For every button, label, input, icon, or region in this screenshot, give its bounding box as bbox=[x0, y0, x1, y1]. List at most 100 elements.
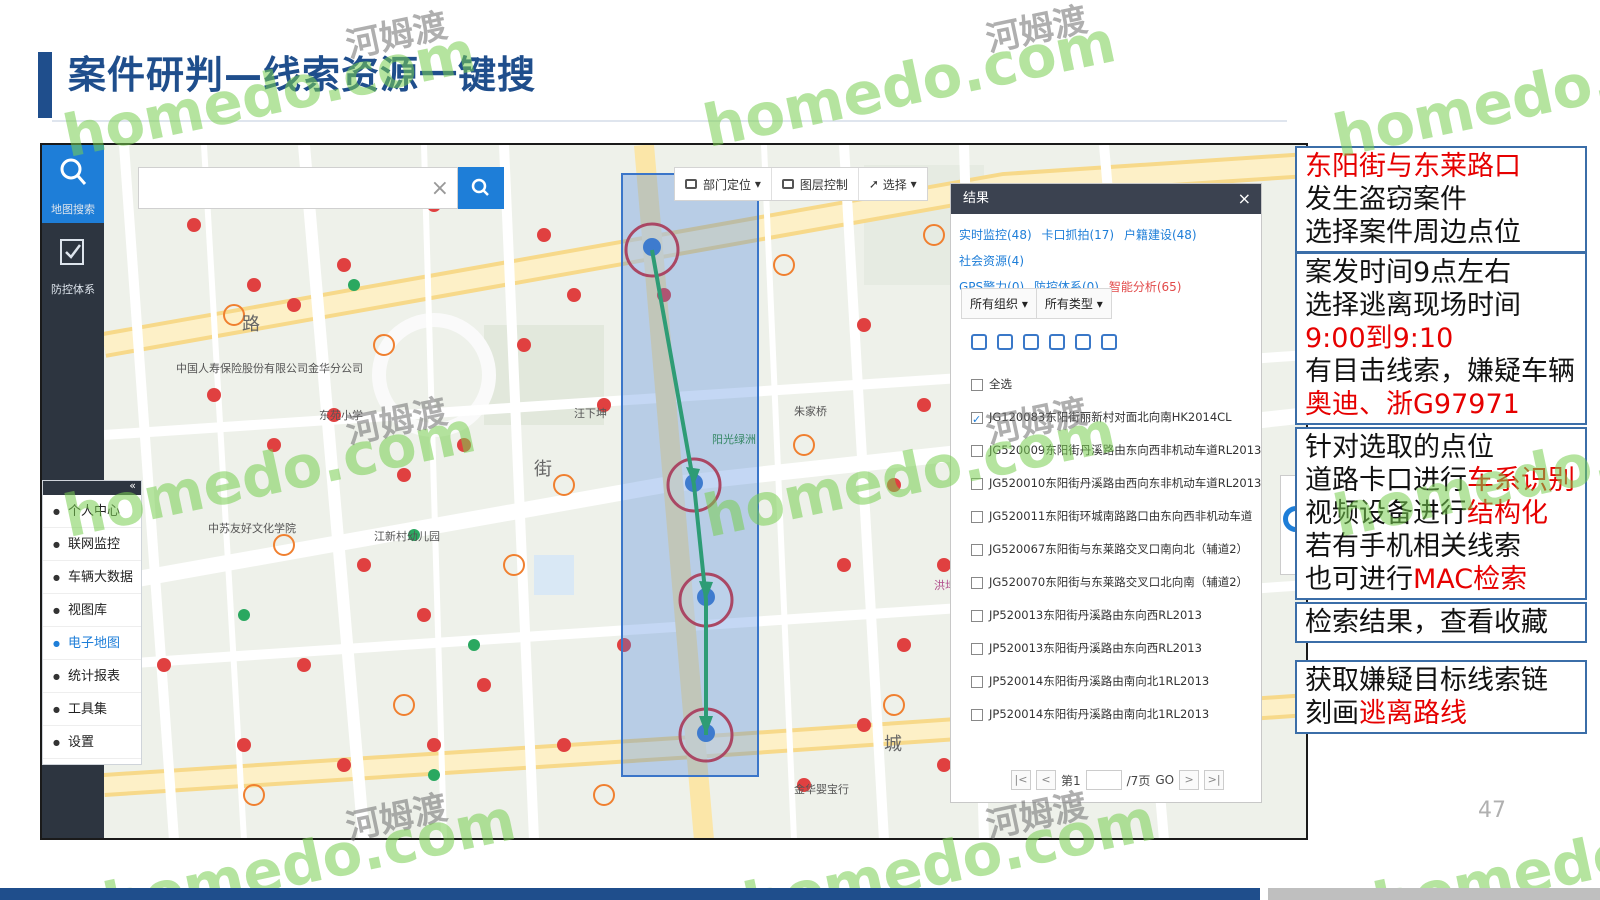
row-checkbox[interactable] bbox=[971, 510, 983, 523]
menu-item-view-library[interactable]: 视图库 bbox=[43, 594, 141, 627]
sidebar-item-prevention[interactable]: 防控体系 bbox=[42, 225, 104, 303]
annotation-box-recognition: 针对选取的点位 道路卡口进行车系识别 视频设备进行结构化 若有手机相关线索 也可进行MA… bbox=[1295, 427, 1587, 600]
map-label-insurance: 中国人寿保险股份有限公司金华分公司 bbox=[176, 362, 363, 375]
layer-control-button[interactable]: 图层控制 bbox=[772, 168, 859, 200]
result-panel-header: 结果 × bbox=[951, 184, 1261, 214]
map-label-city: 城 bbox=[884, 734, 902, 755]
tab-smart-analysis[interactable]: 智能分析(65) bbox=[1109, 280, 1182, 294]
film-icon[interactable] bbox=[997, 334, 1013, 350]
slide-title: 案件研判—线索资源一键搜 bbox=[68, 53, 537, 97]
first-page-button[interactable]: |< bbox=[1011, 770, 1031, 790]
type-filter-select[interactable]: 所有类型 ▾ bbox=[1035, 288, 1112, 319]
camera-icon[interactable] bbox=[971, 334, 987, 350]
menu-item-toolset[interactable]: 工具集 bbox=[43, 693, 141, 726]
page-input[interactable] bbox=[1085, 770, 1122, 790]
dept-locate-button[interactable]: 部门定位 ▾ bbox=[675, 168, 772, 200]
annotation-text: 检索结果，查看收藏 bbox=[1305, 607, 1548, 638]
list-item[interactable]: JG520009东阳街丹溪路由东向西非机动车道RL2013 bbox=[971, 434, 1261, 467]
annotation-box-time: 案发时间9点左右 选择逃离现场时间 9:00到9:10 有目击线索，嫌疑车辆 奥迪、浙G… bbox=[1295, 252, 1587, 425]
select-all-row[interactable]: 全选 bbox=[971, 368, 1261, 401]
annotation-text: 车系识别 bbox=[1467, 465, 1575, 496]
monitor-icon[interactable] bbox=[1101, 334, 1117, 350]
menu-item-vehicle-bigdata[interactable]: 车辆大数据 bbox=[43, 561, 141, 594]
menu-item-e-map[interactable]: 电子地图 bbox=[43, 627, 141, 660]
list-item[interactable]: JP520013东阳街丹溪路由东向西RL2013 bbox=[971, 599, 1261, 632]
row-checkbox[interactable] bbox=[971, 609, 983, 622]
list-item[interactable]: JG520070东阳街与东莱路交叉口北向南（辅道2） bbox=[971, 566, 1261, 599]
tab-household[interactable]: 户籍建设(48) bbox=[1124, 228, 1197, 242]
tab-checkpoint-capture[interactable]: 卡口抓拍(17) bbox=[1041, 228, 1114, 242]
checkbox-icon bbox=[60, 239, 84, 265]
cloud-icon[interactable] bbox=[1023, 334, 1039, 350]
page-suffix: /7页 bbox=[1126, 773, 1151, 788]
annotation-line: 9:00到9:10 bbox=[1305, 322, 1577, 355]
annotation-text: 视频设备进行 bbox=[1305, 498, 1467, 529]
list-item[interactable]: JP520014东阳街丹溪路由南向北1RL2013 bbox=[971, 698, 1261, 731]
annotation-line: 若有手机相关线索 bbox=[1305, 530, 1577, 563]
annotation-text: 获取嫌疑目标线索链 bbox=[1305, 665, 1548, 696]
prev-page-button[interactable]: < bbox=[1036, 770, 1056, 790]
row-checkbox[interactable] bbox=[971, 675, 983, 688]
gis-screenshot: 中国人寿保险股份有限公司金华分公司 东苑小学 江新村幼儿园 中苏友好文化学院 阳… bbox=[40, 143, 1308, 840]
annotation-line: 发生盗窃案件 bbox=[1305, 183, 1577, 216]
list-item[interactable]: JP520013东阳街丹溪路由东向西RL2013 bbox=[971, 632, 1261, 665]
map-label-culture: 中苏友好文化学院 bbox=[208, 522, 296, 535]
menu-item-settings[interactable]: 设置 bbox=[43, 726, 141, 759]
row-checkbox[interactable] bbox=[971, 543, 983, 556]
tab-social-resource[interactable]: 社会资源(4) bbox=[959, 254, 1024, 268]
search-button[interactable] bbox=[458, 167, 504, 209]
annotation-text: 选择逃离现场时间 bbox=[1305, 290, 1521, 321]
row-checkbox[interactable] bbox=[971, 708, 983, 721]
collapse-icon[interactable]: « bbox=[129, 479, 136, 492]
last-page-button[interactable]: >| bbox=[1204, 770, 1225, 790]
tab-realtime-monitor[interactable]: 实时监控(48) bbox=[959, 228, 1032, 242]
row-checkbox[interactable] bbox=[971, 576, 983, 589]
list-item[interactable]: JG520067东阳街与东莱路交叉口南向北（辅道2） bbox=[971, 533, 1261, 566]
menu-item-personal-center[interactable]: 个人中心 bbox=[43, 495, 141, 528]
search-input[interactable] bbox=[139, 168, 425, 208]
sidebar-item-map-search[interactable]: 地图搜索 bbox=[42, 145, 104, 223]
annotation-line: 刻画逃离路线 bbox=[1305, 697, 1577, 730]
title-accent-bar bbox=[38, 52, 52, 118]
row-checkbox[interactable] bbox=[971, 642, 983, 655]
annotation-line: 案发时间9点左右 bbox=[1305, 256, 1577, 289]
layers-icon bbox=[781, 179, 794, 189]
row-checkbox[interactable] bbox=[971, 403, 983, 434]
map-toolbar: 部门定位 ▾ 图层控制 ➚ 选择 ▾ bbox=[674, 167, 928, 201]
map-label-bridge: 朱家桥 bbox=[794, 405, 827, 418]
go-button[interactable]: GO bbox=[1155, 773, 1174, 787]
map-canvas[interactable]: 中国人寿保险股份有限公司金华分公司 东苑小学 江新村幼儿园 中苏友好文化学院 阳… bbox=[104, 145, 1306, 838]
document-icon[interactable] bbox=[1075, 334, 1091, 350]
list-item[interactable]: JG520010东阳街丹溪路由西向东非机动车道RL2013 bbox=[971, 467, 1261, 500]
map-label-kindergarten: 江新村幼儿园 bbox=[374, 530, 440, 543]
row-checkbox[interactable] bbox=[971, 477, 983, 490]
footer-bar bbox=[0, 888, 1260, 900]
annotation-line: 针对选取的点位 bbox=[1305, 431, 1577, 464]
selection-rectangle[interactable] bbox=[621, 173, 759, 777]
annotation-text: 逃离路线 bbox=[1359, 698, 1467, 729]
search-box[interactable]: × bbox=[138, 167, 458, 209]
select-tool-button[interactable]: ➚ 选择 ▾ bbox=[859, 168, 927, 200]
menu-item-statistics[interactable]: 统计报表 bbox=[43, 660, 141, 693]
watermark: homedo.com bbox=[697, 7, 1122, 161]
result-icon-bar bbox=[971, 334, 1117, 350]
row-checkbox[interactable] bbox=[971, 444, 983, 457]
close-icon[interactable]: × bbox=[1238, 184, 1251, 214]
annotation-line: 道路卡口进行车系识别 bbox=[1305, 464, 1577, 497]
list-item[interactable]: JP520014东阳街丹溪路由南向北1RL2013 bbox=[971, 665, 1261, 698]
pagination: |< < 第1 /7页 GO > >| bbox=[1011, 770, 1225, 790]
org-filter-select[interactable]: 所有组织 ▾ bbox=[961, 288, 1037, 319]
select-all-checkbox[interactable] bbox=[971, 378, 983, 391]
title-divider bbox=[52, 120, 1287, 122]
annotation-text: 也可进行 bbox=[1305, 564, 1413, 595]
menu-item-network-monitor[interactable]: 联网监控 bbox=[43, 528, 141, 561]
menu-header: « bbox=[43, 479, 141, 495]
annotation-line: 东阳街与东莱路口 bbox=[1305, 150, 1577, 183]
next-page-button[interactable]: > bbox=[1179, 770, 1200, 790]
clipboard-icon[interactable] bbox=[1049, 334, 1065, 350]
annotation-text: MAC检索 bbox=[1413, 564, 1528, 595]
list-item[interactable]: JG520011东阳街环城南路路口由东向西非机动车道 bbox=[971, 500, 1261, 533]
clear-icon[interactable]: × bbox=[431, 176, 449, 201]
list-item[interactable]: JG120083东阳街丽新村对面北向南HK2014CL bbox=[971, 401, 1261, 434]
map-label-school: 东苑小学 bbox=[319, 409, 363, 422]
